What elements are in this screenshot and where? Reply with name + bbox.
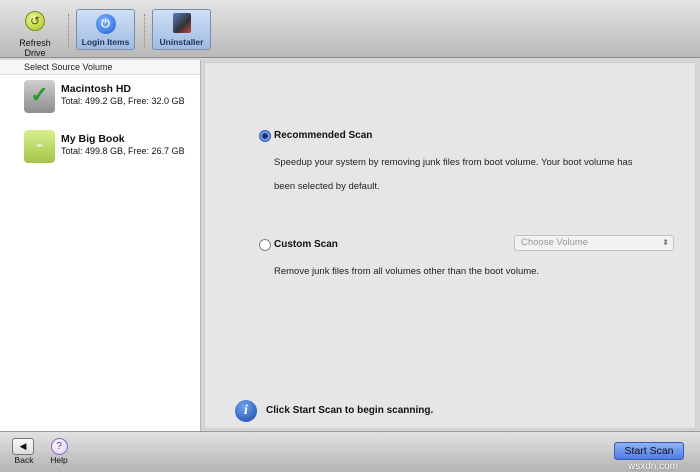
toolbar: ↺ Refresh Drive ⏻ Login Items Uninstalle… xyxy=(0,0,700,58)
refresh-drive-button[interactable]: ↺ Refresh Drive xyxy=(8,8,62,58)
login-items-button[interactable]: ⏻ Login Items xyxy=(76,9,135,50)
back-arrow-icon: ◀ xyxy=(12,438,34,455)
sidebar-header: Select Source Volume xyxy=(0,60,200,75)
refresh-icon: ↺ xyxy=(25,11,45,31)
uninstaller-label: Uninstaller xyxy=(159,37,204,47)
uninstaller-button[interactable]: Uninstaller xyxy=(152,9,211,50)
custom-scan-radio[interactable] xyxy=(259,239,271,251)
login-items-label: Login Items xyxy=(81,37,130,47)
volume-sidebar: Select Source Volume ✓ Macintosh HD Tota… xyxy=(0,60,201,431)
back-label: Back xyxy=(14,455,34,465)
recommended-scan-radio[interactable] xyxy=(259,130,271,142)
power-icon: ⏻ xyxy=(95,14,116,34)
volume-name: My Big Book xyxy=(61,133,125,145)
volume-item-my-big-book[interactable]: ⌁ My Big Book Total: 499.8 GB, Free: 26.… xyxy=(24,130,199,166)
custom-scan-description: Remove junk files from all volumes other… xyxy=(274,266,540,277)
help-label: Help xyxy=(50,455,68,465)
start-scan-button[interactable]: Start Scan xyxy=(614,442,684,460)
external-drive-icon: ⌁ xyxy=(24,130,55,163)
volume-info: Total: 499.8 GB, Free: 26.7 GB xyxy=(61,146,185,156)
recommended-scan-description-2: been selected by default. xyxy=(274,181,380,192)
volume-item-macintosh-hd[interactable]: ✓ Macintosh HD Total: 499.2 GB, Free: 32… xyxy=(24,80,199,116)
refresh-drive-label: Refresh Drive xyxy=(19,38,51,58)
recommended-scan-label: Recommended Scan xyxy=(274,130,373,141)
hard-drive-icon: ✓ xyxy=(24,80,55,113)
uninstaller-icon xyxy=(172,13,191,33)
custom-scan-label: Custom Scan xyxy=(274,239,338,250)
help-button[interactable]: ? Help xyxy=(48,438,70,465)
recommended-scan-description: Speedup your system by removing junk fil… xyxy=(274,157,633,168)
watermark: wsxdn.com xyxy=(628,461,679,472)
chevron-updown-icon: ⬍ xyxy=(662,238,669,247)
choose-volume-select[interactable]: Choose Volume ⬍ xyxy=(514,235,674,251)
help-icon: ? xyxy=(50,438,68,455)
volume-name: Macintosh HD xyxy=(61,83,132,95)
bottom-bar: ◀ Back ? Help Start Scan wsxdn.com xyxy=(0,431,700,472)
back-button[interactable]: ◀ Back xyxy=(12,438,36,465)
scan-options-panel: Recommended Scan Speedup your system by … xyxy=(204,62,696,429)
info-message: Click Start Scan to begin scanning. xyxy=(266,405,434,416)
choose-volume-placeholder: Choose Volume xyxy=(521,237,589,248)
info-icon: i xyxy=(235,400,257,422)
volume-info: Total: 499.2 GB, Free: 32.0 GB xyxy=(61,96,185,106)
